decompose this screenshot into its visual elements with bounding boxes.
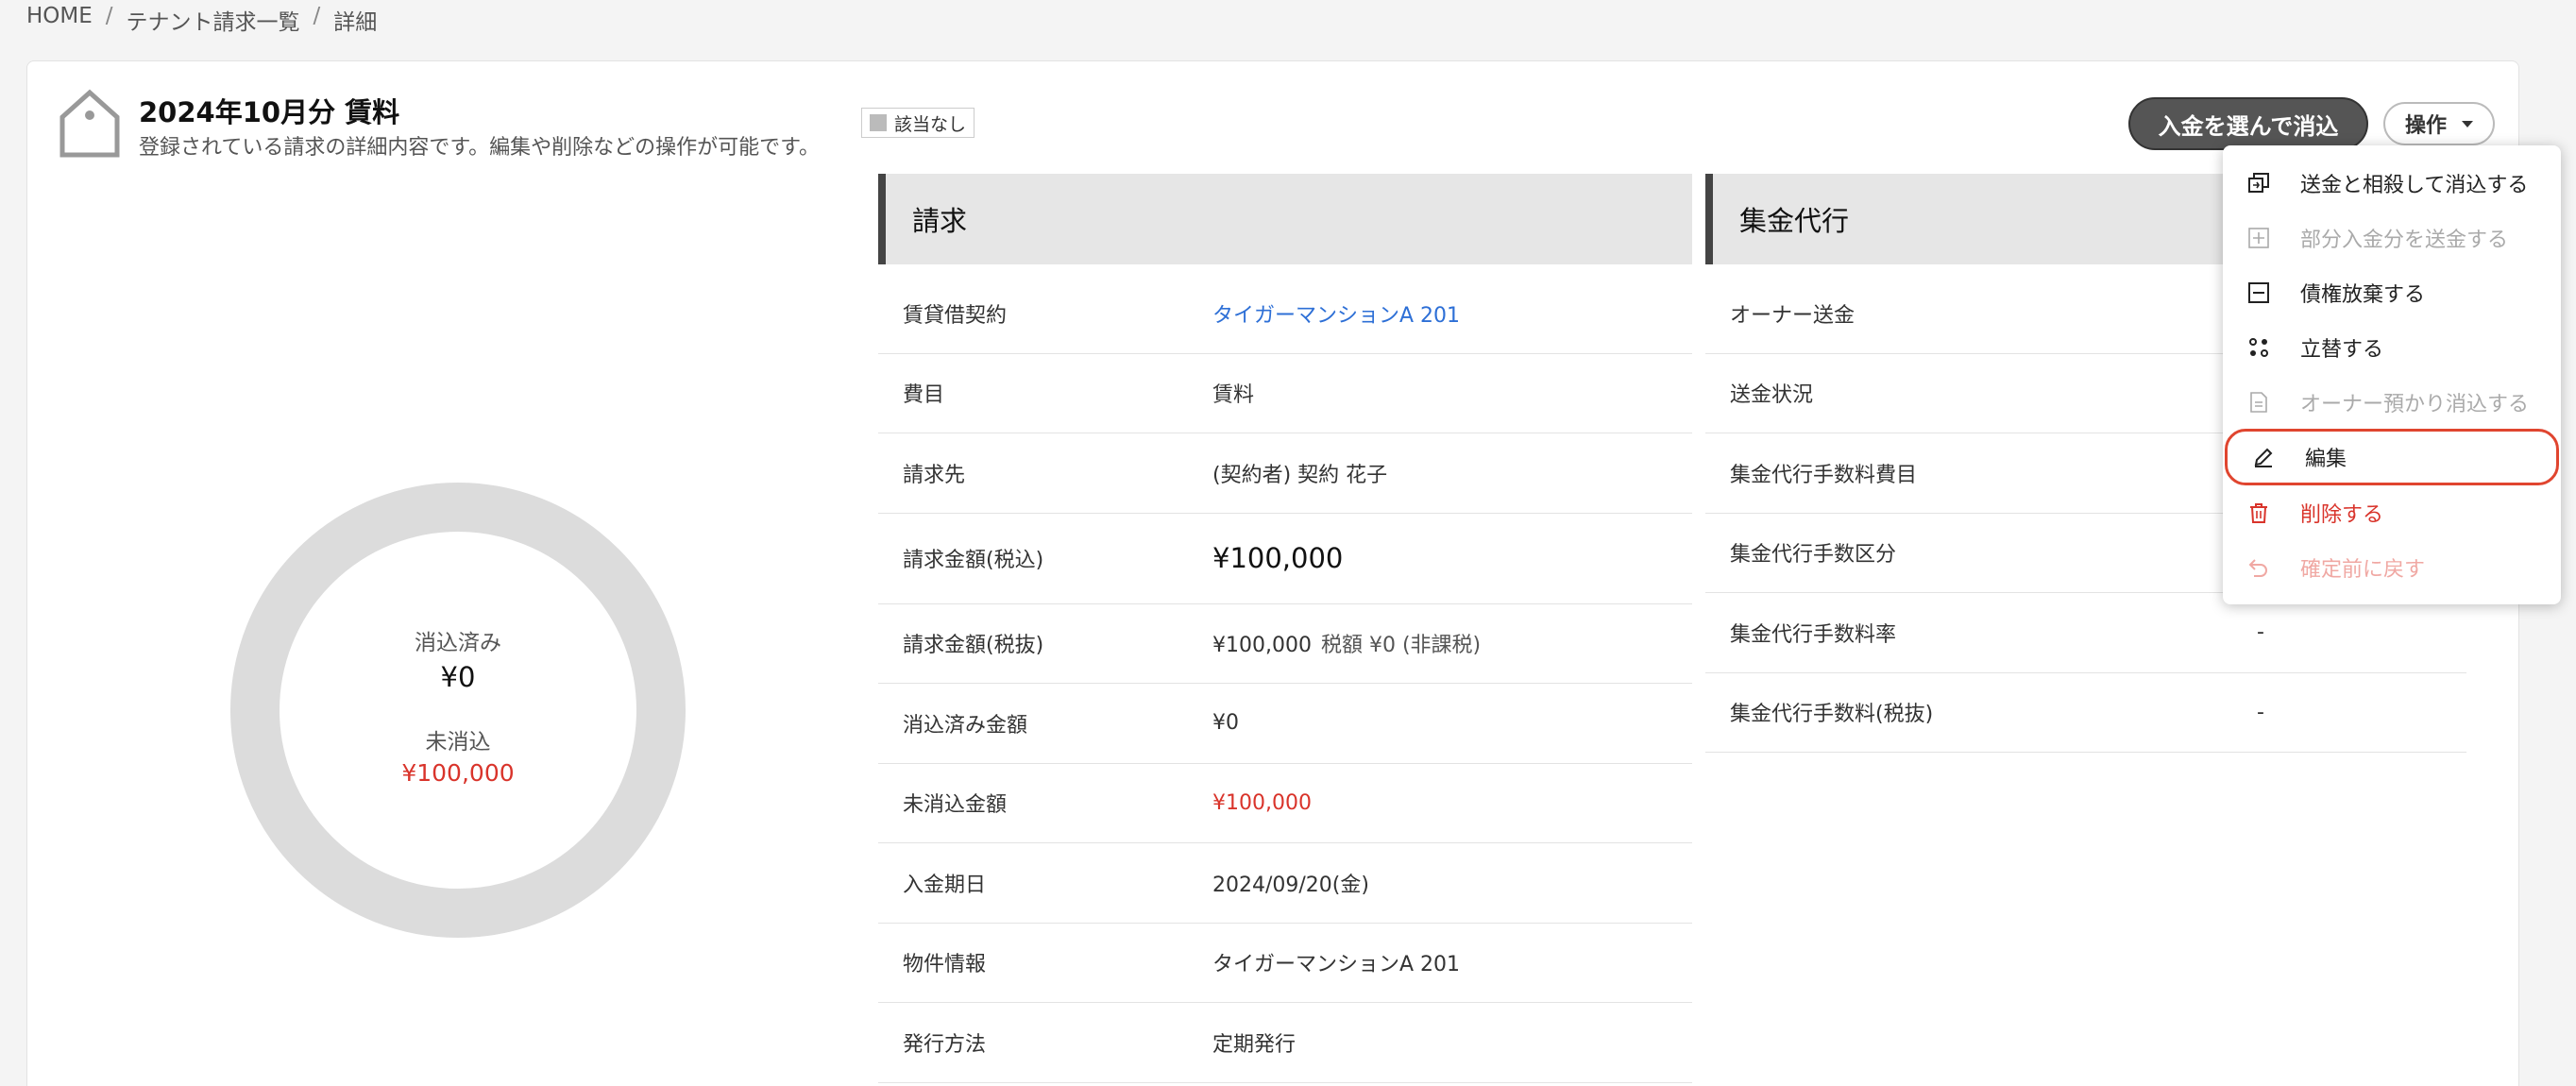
row-value: ¥100,000 [1212, 542, 1344, 574]
menu-item-delete[interactable]: 削除する [2223, 485, 2561, 540]
undo-icon [2247, 556, 2270, 579]
row-label: 集金代行手数区分 [1730, 543, 1897, 568]
breadcrumb-tenant-billing-list[interactable]: テナント請求一覧 [127, 4, 300, 36]
select-payment-reconcile-button[interactable]: 入金を選んで消込 [2128, 97, 2368, 150]
menu-item-label: 削除する [2300, 503, 2384, 527]
table-row: 物件情報 タイガーマンションA 201 [878, 924, 1692, 1003]
menu-item-offset-reconcile[interactable]: 送金と相殺して消込する [2223, 156, 2561, 211]
unreconciled-value: ¥100,000 [401, 759, 515, 787]
row-label: 賃貸借契約 [903, 303, 1008, 328]
row-label: オーナー送金 [1730, 303, 1856, 328]
row-label: 物件情報 [903, 953, 987, 977]
row-label: 集金代行手数料(税抜) [1730, 703, 1934, 727]
menu-item-edit[interactable]: 編集 [2225, 429, 2559, 485]
table-row: 発行方法 定期発行 [878, 1003, 1692, 1083]
table-row: 未消込金額 ¥100,000 [878, 764, 1692, 843]
menu-item-revert-confirmation[interactable]: 確定前に戻す [2223, 540, 2561, 595]
page-subtitle: 登録されている請求の詳細内容です。編集や削除などの操作が可能です。 [139, 136, 820, 160]
breadcrumb-home[interactable]: HOME [26, 4, 93, 36]
badge-square-icon [870, 114, 887, 131]
table-row: 入金期日 2024/09/20(金) [878, 843, 1692, 924]
caret-down-icon [2462, 120, 2473, 127]
menu-item-waive-claim[interactable]: 債権放棄する [2223, 265, 2561, 320]
reconcile-donut-chart [230, 483, 686, 938]
trash-icon [2247, 501, 2270, 524]
row-label: 集金代行手数料率 [1730, 622, 1897, 647]
menu-item-label: 部分入金分を送金する [2300, 229, 2509, 252]
breadcrumb-current: 詳細 [333, 10, 378, 35]
row-label: 入金期日 [903, 873, 987, 897]
breadcrumb-separator: / [313, 4, 321, 28]
reconciled-label: 消込済み [415, 631, 501, 655]
menu-item-advance-payment[interactable]: 立替する [2223, 320, 2561, 375]
pencil-icon [2252, 446, 2275, 468]
row-value: タイガーマンションA 201 [1212, 953, 1461, 977]
minus-box-icon [2247, 281, 2270, 304]
row-label: 集金代行手数料費目 [1730, 463, 1918, 487]
table-row: 請求先 (契約者) 契約 花子 [878, 433, 1692, 514]
menu-item-label: 送金と相殺して消込する [2300, 174, 2529, 197]
breadcrumb-separator: / [105, 4, 113, 28]
row-label: 費目 [903, 383, 945, 408]
advance-icon [2247, 336, 2270, 359]
row-label: 未消込金額 [903, 793, 1008, 818]
row-label: 請求金額(税込) [903, 549, 1044, 572]
lease-contract-link[interactable]: タイガーマンションA 201 [1212, 298, 1460, 329]
tag-icon [59, 89, 120, 158]
menu-item-label: 債権放棄する [2300, 283, 2426, 307]
unreconciled-label: 未消込 [425, 730, 491, 755]
menu-item-label: オーナー預かり消込する [2300, 393, 2530, 416]
table-row: 集金代行手数料率 - [1705, 593, 2466, 673]
billing-section-heading: 請求 [878, 174, 1692, 264]
status-badge: 該当なし [861, 108, 975, 138]
table-row: 費目 賃料 [878, 354, 1692, 433]
row-label: 消込済み金額 [903, 713, 1028, 738]
row-value: 定期発行 [1212, 1032, 1296, 1057]
document-icon [2247, 391, 2270, 414]
billing-table: 賃貸借契約 タイガーマンションA 201 費目 賃料 請求先 (契約者) 契約 … [878, 274, 1692, 1083]
menu-item-label: 立替する [2300, 338, 2384, 362]
operations-dropdown-menu: 送金と相殺して消込する 部分入金分を送金する 債権放棄する 立替する オーナー預… [2223, 145, 2561, 604]
status-badge-label: 該当なし [894, 113, 967, 135]
menu-item-send-partial[interactable]: 部分入金分を送金する [2223, 211, 2561, 265]
row-label: 送金状況 [1730, 383, 1814, 408]
row-value: ¥100,000 税額 ¥0 (非課税) [1212, 628, 1481, 658]
offset-icon [2247, 172, 2270, 195]
reconciled-value: ¥0 [440, 661, 476, 693]
table-row: 集金代行手数料(税抜) - [1705, 673, 2466, 753]
row-value: (契約者) 契約 花子 [1212, 463, 1388, 487]
row-value: - [2257, 700, 2264, 724]
row-label: 請求金額(税抜) [903, 634, 1044, 658]
row-value: 賃料 [1212, 383, 1255, 408]
breadcrumb: HOME / テナント請求一覧 / 詳細 [26, 4, 377, 36]
row-value: - [2257, 620, 2264, 645]
amount-excl-tax: ¥100,000 [1212, 634, 1312, 658]
menu-item-owner-deposit-reconcile[interactable]: オーナー預かり消込する [2223, 375, 2561, 430]
menu-item-label: 確定前に戻す [2300, 558, 2426, 582]
row-value: ¥100,000 [1212, 790, 1312, 815]
tax-note: 税額 ¥0 (非課税) [1320, 634, 1482, 658]
page-title: 2024年10月分 賃料 [139, 96, 400, 128]
menu-item-label: 編集 [2305, 448, 2347, 471]
row-label: 発行方法 [903, 1032, 987, 1057]
table-row: 請求金額(税込) ¥100,000 [878, 514, 1692, 604]
table-row: 賃貸借契約 タイガーマンションA 201 [878, 274, 1692, 354]
row-value: 2024/09/20(金) [1212, 873, 1369, 897]
operations-button[interactable]: 操作 [2383, 102, 2495, 145]
operations-button-label: 操作 [2404, 114, 2447, 138]
table-row: 消込済み金額 ¥0 [878, 684, 1692, 764]
row-value: ¥0 [1212, 711, 1239, 736]
row-label: 請求先 [903, 463, 966, 487]
plus-box-icon [2247, 227, 2270, 249]
table-row: 請求金額(税抜) ¥100,000 税額 ¥0 (非課税) [878, 604, 1692, 684]
